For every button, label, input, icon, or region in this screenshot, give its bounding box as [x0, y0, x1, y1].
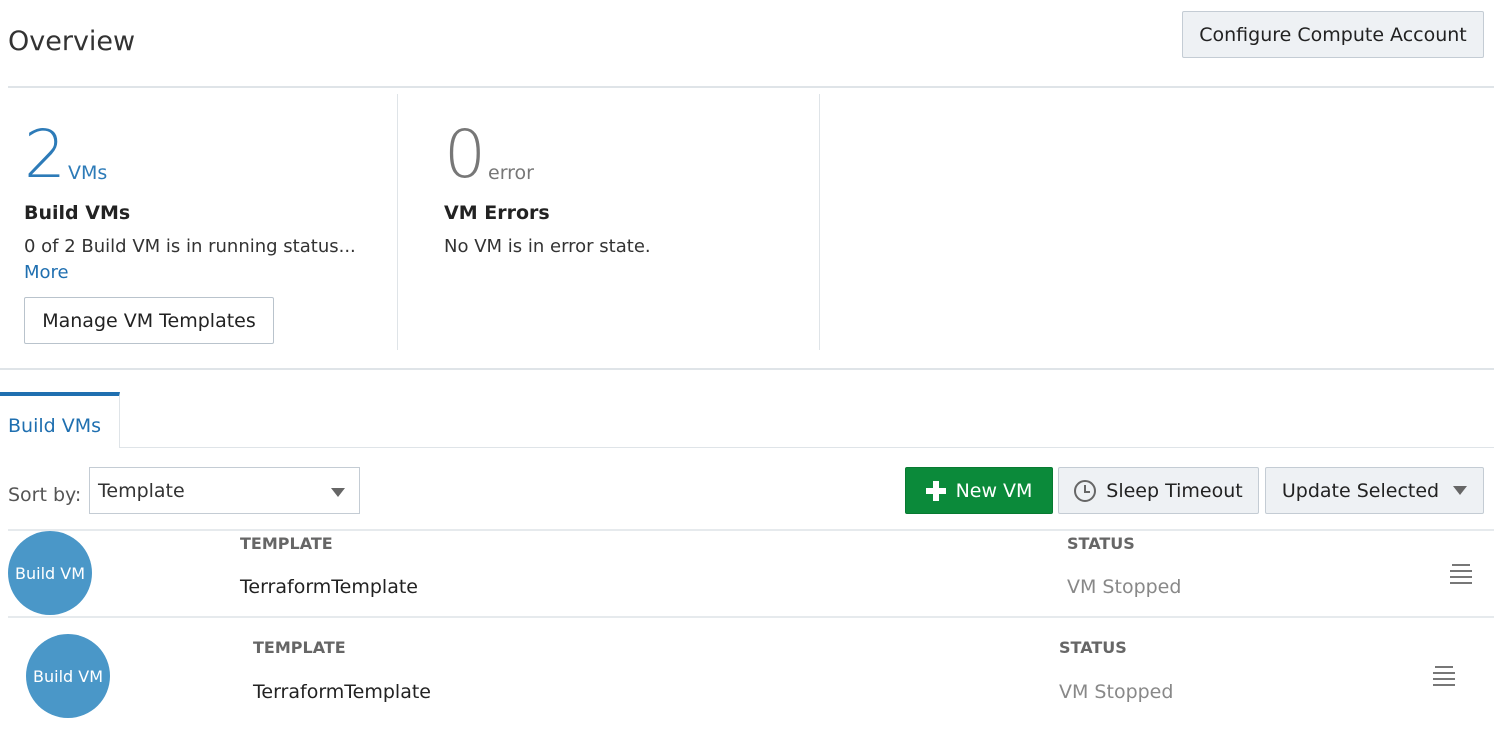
- status-value: VM Stopped: [1067, 576, 1182, 598]
- list-item[interactable]: Build VM TEMPLATE TerraformTemplate STAT…: [0, 617, 1494, 718]
- vm-errors-unit: error: [488, 162, 534, 184]
- sort-by-label: Sort by:: [8, 484, 82, 506]
- configure-compute-account-button[interactable]: Configure Compute Account: [1182, 11, 1484, 58]
- update-selected-label: Update Selected: [1281, 479, 1440, 502]
- plus-icon: [925, 480, 946, 501]
- row-menu-icon[interactable]: [1433, 666, 1455, 686]
- template-value: TerraformTemplate: [240, 576, 418, 598]
- page-title: Overview: [8, 26, 136, 57]
- vm-errors-heading: VM Errors: [444, 202, 550, 224]
- section-divider: [0, 368, 1494, 370]
- row-menu-icon[interactable]: [1450, 564, 1472, 584]
- sleep-timeout-button[interactable]: Sleep Timeout: [1058, 467, 1259, 514]
- new-vm-label: New VM: [955, 479, 1033, 502]
- vm-errors-count: 0: [444, 116, 486, 193]
- manage-vm-templates-button[interactable]: Manage VM Templates: [24, 297, 274, 344]
- vm-errors-card: 0 error VM Errors No VM is in error stat…: [398, 94, 820, 350]
- clock-icon: [1074, 479, 1097, 502]
- chevron-down-icon: [331, 488, 345, 497]
- update-selected-button[interactable]: Update Selected: [1265, 467, 1484, 514]
- template-value: TerraformTemplate: [253, 681, 431, 703]
- build-vms-heading: Build VMs: [24, 202, 131, 224]
- build-vm-avatar: Build VM: [26, 634, 110, 718]
- status-column-header: STATUS: [1059, 638, 1127, 657]
- header-divider: [8, 86, 1494, 88]
- status-value: VM Stopped: [1059, 681, 1174, 703]
- list-item[interactable]: Build VM TEMPLATE TerraformTemplate STAT…: [0, 530, 1494, 630]
- sort-by-value: Template: [98, 480, 185, 502]
- template-column-header: TEMPLATE: [240, 534, 333, 553]
- build-vms-unit: VMs: [68, 162, 108, 184]
- build-vm-avatar: Build VM: [8, 531, 92, 615]
- sleep-timeout-label: Sleep Timeout: [1106, 479, 1243, 502]
- chevron-down-icon: [1453, 486, 1468, 495]
- new-vm-button[interactable]: New VM: [905, 467, 1053, 514]
- more-link[interactable]: More: [24, 262, 69, 283]
- status-column-header: STATUS: [1067, 534, 1135, 553]
- build-vms-count: 2: [24, 116, 66, 193]
- vm-errors-description: No VM is in error state.: [444, 236, 651, 257]
- sort-by-select[interactable]: Template: [89, 467, 360, 514]
- template-column-header: TEMPLATE: [253, 638, 346, 657]
- build-vms-card: 2 VMs Build VMs 0 of 2 Build VM is in ru…: [8, 94, 398, 350]
- tab-build-vms[interactable]: Build VMs: [0, 392, 120, 448]
- tab-bar-line: [120, 447, 1494, 448]
- build-vms-description: 0 of 2 Build VM is in running status...: [24, 236, 356, 257]
